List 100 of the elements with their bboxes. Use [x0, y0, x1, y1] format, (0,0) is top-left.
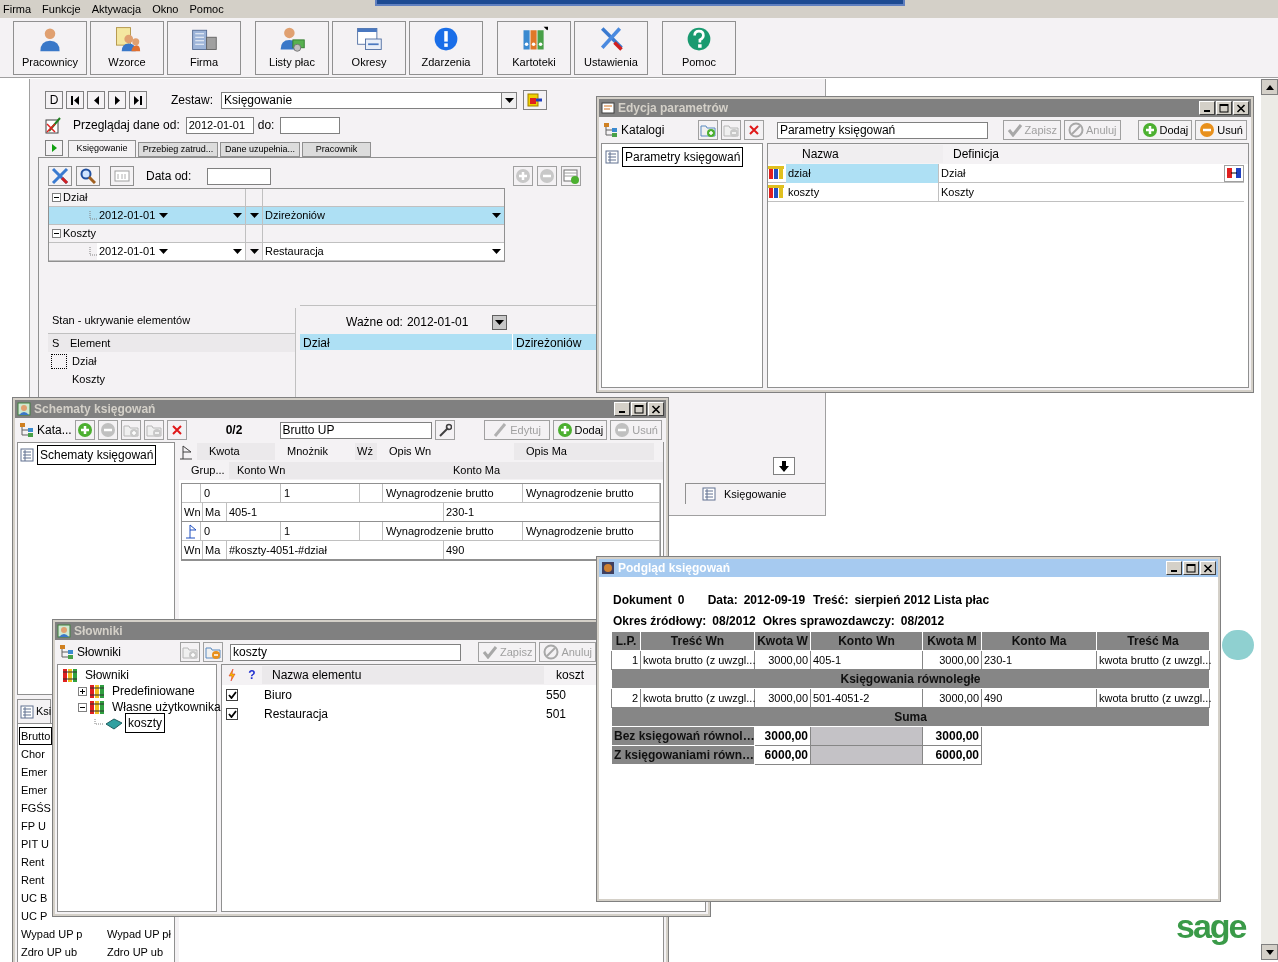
toolbar-button[interactable]: Listy płac [255, 20, 329, 75]
search-field[interactable]: koszty [230, 643, 461, 661]
vertical-scrollbar[interactable] [1261, 79, 1278, 960]
next-button[interactable] [108, 91, 126, 109]
record-button[interactable]: D [45, 91, 63, 109]
minimize-icon [619, 411, 625, 413]
delete-icon [171, 425, 182, 435]
scroll-down-button[interactable] [773, 457, 795, 475]
toolbar-button[interactable]: Wzorce [90, 20, 164, 75]
toolbar-button[interactable]: Pomoc [662, 20, 736, 75]
close-button[interactable] [1200, 561, 1216, 575]
list-item[interactable]: Wypad UP p [19, 924, 107, 944]
minimize-button[interactable] [614, 402, 630, 416]
menu-item[interactable]: Firma [3, 1, 32, 17]
wrench-icon [437, 423, 452, 437]
previous-button[interactable] [87, 91, 105, 109]
toolbar-button[interactable]: Zdarzenia [409, 20, 483, 75]
close-button[interactable] [1233, 101, 1249, 115]
minimize-icon [1171, 570, 1177, 572]
add-button[interactable] [513, 166, 534, 186]
tree-item[interactable]: Parametry księgowań [622, 147, 744, 167]
column-header: Kwota [197, 443, 275, 460]
search-field[interactable]: Parametry księgowań [776, 121, 988, 139]
tab[interactable]: Księgowanie [685, 483, 825, 504]
tree-item[interactable]: Schematy księgowań [37, 445, 157, 465]
focus-marker[interactable] [51, 353, 67, 369]
remove-icon [1199, 122, 1216, 138]
link-button[interactable] [1224, 164, 1244, 182]
date-dropdown[interactable]: 2012-01-01 [97, 243, 171, 260]
left-arrow-icon [93, 95, 99, 105]
date-field[interactable]: 2012-01-01 [185, 116, 254, 134]
delete-button[interactable] [743, 120, 764, 140]
list-item[interactable]: Rent [19, 870, 47, 890]
tools-button[interactable] [48, 166, 72, 186]
list-item[interactable]: Zdro UP ub [19, 942, 107, 962]
toolbar-button[interactable]: Kartoteki [497, 20, 571, 75]
parameter-row[interactable]: 2012-01-01 Restauracja [49, 243, 504, 261]
dropdown-field[interactable]: Księgowanie [221, 91, 517, 109]
tree-line-icon [89, 211, 97, 220]
menu-item[interactable]: Aktywacja [91, 1, 142, 17]
list-item[interactable]: Brutto [19, 726, 53, 746]
list-item[interactable]: Zdro UP ub [107, 943, 164, 961]
tab[interactable]: Dane uzupełnia... [220, 142, 300, 157]
parameter-row[interactable]: 2012-01-01 Dzireżoniów [49, 207, 504, 225]
list-item[interactable]: Chor [19, 744, 47, 764]
date-dropdown[interactable]: 2012-01-01 [97, 207, 171, 224]
list-item[interactable]: FP U [19, 816, 48, 836]
action-button[interactable]: Dodaj [1137, 120, 1193, 140]
first-record-button[interactable] [66, 91, 84, 109]
toolbar-button[interactable]: Ustawienia [574, 20, 648, 75]
action-button[interactable]: Usuń [1195, 120, 1247, 140]
toolbar-button[interactable]: Okresy [332, 20, 406, 75]
list-item[interactable]: Rent [19, 852, 47, 872]
list-item[interactable]: Emer [19, 762, 50, 782]
menu-item[interactable]: Okno [152, 1, 179, 17]
remove-button[interactable] [537, 166, 558, 186]
add-button[interactable] [74, 420, 95, 440]
tab[interactable]: Przebieg zatrud... [138, 142, 218, 157]
tree-item[interactable]: koszty [125, 713, 165, 733]
value-dropdown[interactable]: Dzireżoniów [263, 207, 504, 224]
value-dropdown[interactable]: Restauracja [263, 243, 504, 260]
maximize-button[interactable] [1216, 101, 1232, 115]
add-row-button[interactable] [561, 166, 582, 186]
menu-item[interactable]: Pomoc [189, 1, 224, 17]
tab[interactable]: Księgowanie [68, 140, 136, 157]
tab[interactable]: Ksi [17, 699, 51, 723]
list-item[interactable]: Wypad UP pł [107, 925, 171, 943]
tab[interactable]: Pracownik [302, 142, 371, 157]
action-button[interactable]: Dodaj [552, 420, 608, 440]
date-field[interactable] [280, 116, 341, 134]
checkbox[interactable] [226, 708, 238, 720]
calendar-button[interactable] [110, 166, 134, 186]
books-icon [62, 668, 80, 682]
list-item[interactable]: UC P [19, 906, 50, 926]
date-field[interactable] [207, 167, 272, 185]
table-cell[interactable]: koszty [786, 182, 939, 202]
play-button[interactable] [45, 140, 63, 156]
cancel-icon [543, 644, 560, 660]
maximize-button[interactable] [1183, 561, 1199, 575]
menu-item[interactable]: Funkcje [42, 1, 81, 17]
list-item[interactable]: UC B [19, 888, 50, 908]
search-button[interactable] [76, 166, 100, 186]
list-item[interactable]: FGŚS [19, 798, 53, 818]
checkbox[interactable] [226, 689, 238, 701]
close-button[interactable] [648, 402, 664, 416]
minimize-button[interactable] [1166, 561, 1182, 575]
date-dropdown[interactable]: 2012-01-01 [406, 313, 507, 331]
search-field[interactable]: Brutto UP [279, 421, 432, 439]
list-item[interactable]: Emer [19, 780, 50, 800]
toolbar-button[interactable]: Firma [167, 20, 241, 75]
valid-row[interactable]: Dział Dzireżoniów [300, 334, 596, 350]
settings-button[interactable] [434, 420, 455, 440]
minimize-button[interactable] [1199, 101, 1215, 115]
remove-button[interactable] [97, 420, 118, 440]
delete-button[interactable] [166, 420, 187, 440]
maximize-button[interactable] [631, 402, 647, 416]
list-item[interactable]: PIT U [19, 834, 51, 854]
toolbar-button[interactable]: Pracownicy [13, 20, 87, 75]
export-button[interactable] [523, 90, 547, 110]
last-record-button[interactable] [129, 91, 147, 109]
